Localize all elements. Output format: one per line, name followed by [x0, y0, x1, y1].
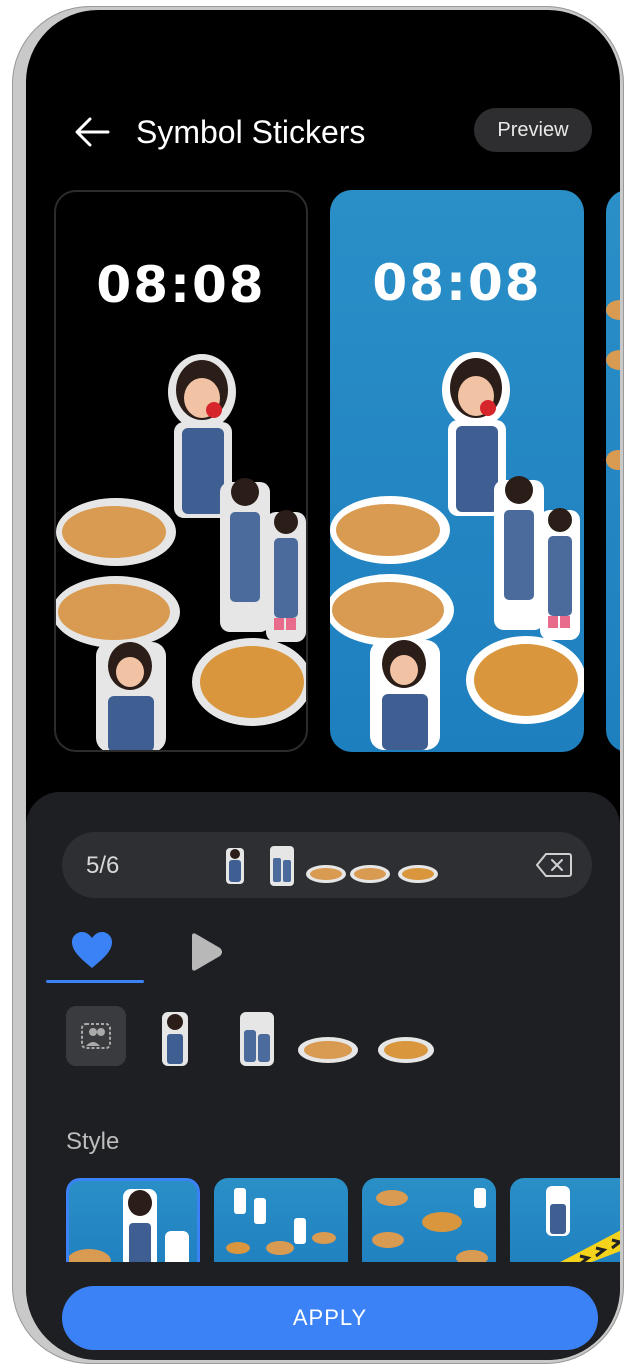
selected-count: 5/6	[86, 852, 120, 879]
style-preview	[69, 1189, 189, 1262]
person-cutout-icon	[81, 1023, 111, 1049]
style-section-label: Style	[66, 1128, 120, 1155]
header: Symbol Stickers Preview	[26, 100, 620, 170]
sticker-category-tabs	[46, 928, 346, 986]
sticker-collage	[606, 300, 620, 470]
play-icon[interactable]	[182, 930, 226, 974]
wallpaper-preview-black[interactable]: 08:08	[54, 190, 308, 752]
phone-frame: Symbol Stickers Preview 08:08 08:08 5/6 …	[12, 6, 624, 1364]
wallpaper-preview-partial[interactable]	[606, 190, 620, 752]
sticker-options	[66, 1006, 466, 1070]
sticker-collage	[330, 352, 584, 750]
style-preview	[226, 1188, 336, 1255]
lockscreen-clock: 08:08	[372, 254, 542, 312]
tab-active-indicator	[46, 980, 144, 983]
back-arrow-icon[interactable]	[72, 114, 112, 150]
style-option-tape[interactable]	[510, 1178, 620, 1262]
sticker-collage	[56, 354, 306, 750]
style-preview	[546, 1186, 620, 1262]
style-option-collage[interactable]	[66, 1178, 200, 1262]
page-title: Symbol Stickers	[136, 114, 366, 150]
style-option-scatter-dogs[interactable]	[362, 1178, 496, 1262]
sticker-panel: 5/6 Style APPLY	[26, 792, 620, 1360]
add-person-sticker-button[interactable]	[66, 1006, 126, 1066]
style-preview	[372, 1188, 488, 1262]
heart-icon[interactable]	[70, 930, 114, 970]
style-options	[66, 1178, 620, 1262]
style-option-scatter-small[interactable]	[214, 1178, 348, 1262]
screen: Symbol Stickers Preview 08:08 08:08 5/6 …	[26, 10, 620, 1360]
selected-sticker-thumbs[interactable]	[222, 842, 462, 888]
wallpaper-preview-blue[interactable]: 08:08	[330, 190, 584, 752]
preview-button[interactable]: Preview	[474, 108, 592, 152]
lockscreen-clock: 08:08	[96, 256, 266, 314]
backspace-icon[interactable]	[536, 852, 572, 878]
apply-button[interactable]: APPLY	[62, 1286, 598, 1350]
sticker-thumbnails[interactable]	[154, 1006, 474, 1070]
selected-stickers-bar: 5/6	[62, 832, 592, 898]
